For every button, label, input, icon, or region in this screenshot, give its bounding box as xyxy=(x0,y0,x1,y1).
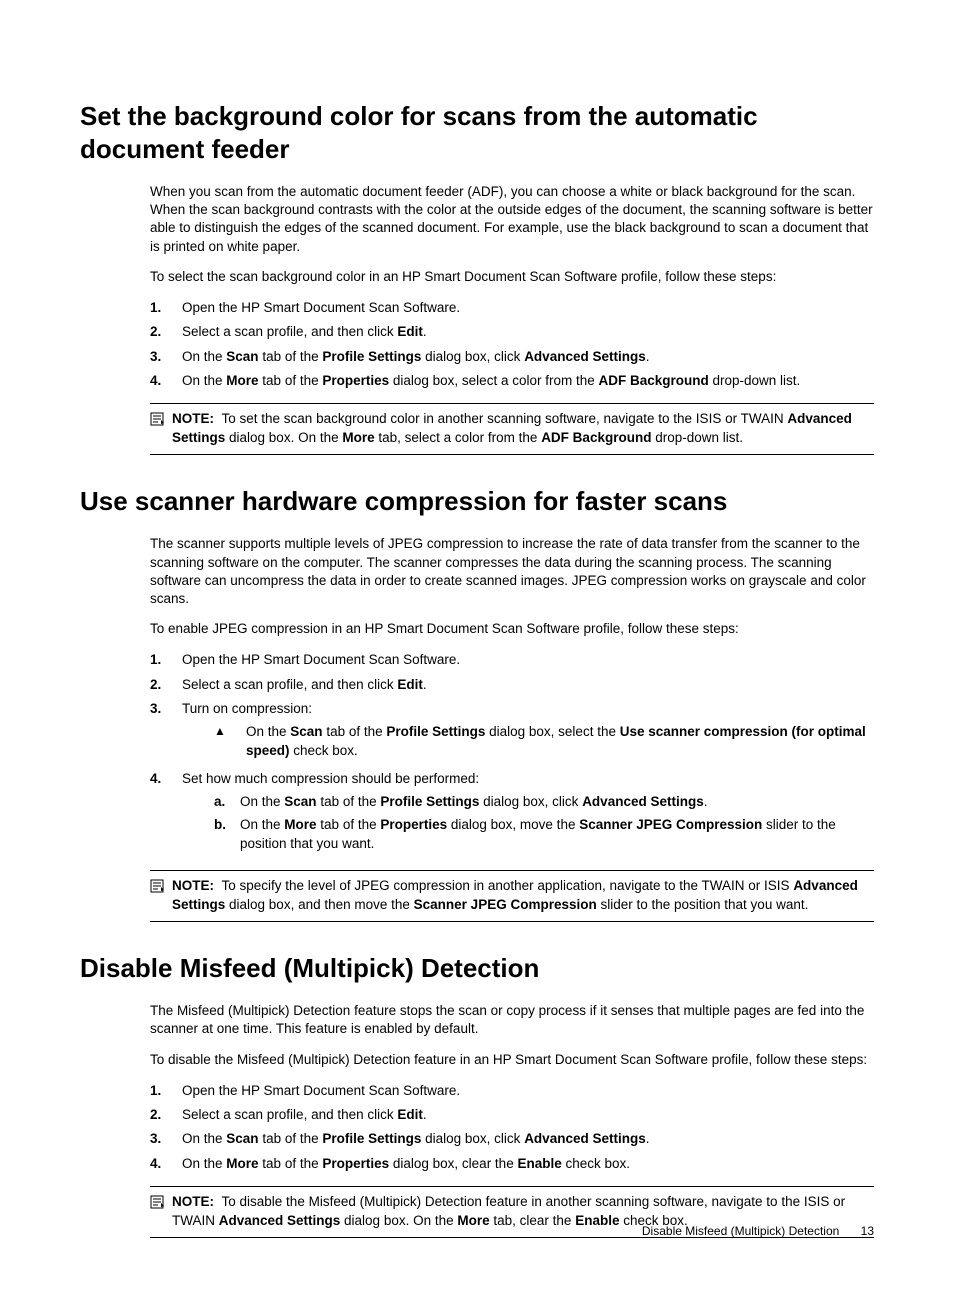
sub-list-item: a. On the Scan tab of the Profile Settin… xyxy=(214,793,874,812)
step-number: 1. xyxy=(150,298,182,318)
step-number: 3. xyxy=(150,347,182,367)
section-1-body: When you scan from the automatic documen… xyxy=(150,183,874,455)
step-list: 1. Open the HP Smart Document Scan Softw… xyxy=(150,1081,874,1174)
list-item: 2. Select a scan profile, and then click… xyxy=(150,322,874,342)
step-letter: b. xyxy=(214,816,240,854)
step-content: Set how much compression should be perfo… xyxy=(182,769,874,858)
note-icon xyxy=(150,877,172,899)
page-number: 13 xyxy=(861,1224,874,1238)
list-item: 3. On the Scan tab of the Profile Settin… xyxy=(150,1129,874,1149)
paragraph: To disable the Misfeed (Multipick) Detec… xyxy=(150,1051,874,1069)
triangle-icon: ▲ xyxy=(214,723,246,761)
step-number: 1. xyxy=(150,650,182,670)
note-icon xyxy=(150,1193,172,1215)
step-number: 2. xyxy=(150,322,182,342)
step-text: Open the HP Smart Document Scan Software… xyxy=(182,298,460,318)
step-text: On the More tab of the Properties dialog… xyxy=(182,371,800,391)
step-list: 1. Open the HP Smart Document Scan Softw… xyxy=(150,650,874,857)
sub-list: a. On the Scan tab of the Profile Settin… xyxy=(214,793,874,854)
note-text: NOTE: To specify the level of JPEG compr… xyxy=(172,877,874,915)
sub-list-item: ▲ On the Scan tab of the Profile Setting… xyxy=(214,723,874,761)
paragraph: To select the scan background color in a… xyxy=(150,268,874,286)
page-footer: Disable Misfeed (Multipick) Detection 13 xyxy=(642,1224,874,1238)
step-list: 1. Open the HP Smart Document Scan Softw… xyxy=(150,298,874,391)
note-box: NOTE: To specify the level of JPEG compr… xyxy=(150,870,874,922)
step-letter: a. xyxy=(214,793,240,812)
footer-title: Disable Misfeed (Multipick) Detection xyxy=(642,1224,839,1238)
step-text: On the More tab of the Properties dialog… xyxy=(240,816,874,854)
step-content: Turn on compression: ▲ On the Scan tab o… xyxy=(182,699,874,765)
list-item: 4. On the More tab of the Properties dia… xyxy=(150,371,874,391)
sub-list: ▲ On the Scan tab of the Profile Setting… xyxy=(214,723,874,761)
note-box: NOTE: To set the scan background color i… xyxy=(150,403,874,455)
list-item: 4. Set how much compression should be pe… xyxy=(150,769,874,858)
paragraph: The Misfeed (Multipick) Detection featur… xyxy=(150,1002,874,1038)
step-text: Select a scan profile, and then click Ed… xyxy=(182,1105,427,1125)
step-text: Set how much compression should be perfo… xyxy=(182,771,479,786)
step-number: 3. xyxy=(150,699,182,765)
sub-list-item: b. On the More tab of the Properties dia… xyxy=(214,816,874,854)
step-number: 2. xyxy=(150,1105,182,1125)
list-item: 1. Open the HP Smart Document Scan Softw… xyxy=(150,650,874,670)
note-text: NOTE: To set the scan background color i… xyxy=(172,410,874,448)
step-number: 2. xyxy=(150,675,182,695)
list-item: 3. On the Scan tab of the Profile Settin… xyxy=(150,347,874,367)
list-item: 3. Turn on compression: ▲ On the Scan ta… xyxy=(150,699,874,765)
step-text: On the Scan tab of the Profile Settings … xyxy=(182,1129,649,1149)
section-2-body: The scanner supports multiple levels of … xyxy=(150,535,874,921)
list-item: 4. On the More tab of the Properties dia… xyxy=(150,1154,874,1174)
list-item: 1. Open the HP Smart Document Scan Softw… xyxy=(150,298,874,318)
step-text: Turn on compression: xyxy=(182,701,312,716)
step-text: On the Scan tab of the Profile Settings … xyxy=(246,723,874,761)
step-number: 4. xyxy=(150,769,182,858)
list-item: 2. Select a scan profile, and then click… xyxy=(150,675,874,695)
step-text: Open the HP Smart Document Scan Software… xyxy=(182,1081,460,1101)
section-3-body: The Misfeed (Multipick) Detection featur… xyxy=(150,1002,874,1237)
step-text: Open the HP Smart Document Scan Software… xyxy=(182,650,460,670)
step-number: 1. xyxy=(150,1081,182,1101)
paragraph: When you scan from the automatic documen… xyxy=(150,183,874,256)
step-number: 4. xyxy=(150,1154,182,1174)
paragraph: To enable JPEG compression in an HP Smar… xyxy=(150,620,874,638)
list-item: 2. Select a scan profile, and then click… xyxy=(150,1105,874,1125)
step-number: 4. xyxy=(150,371,182,391)
step-text: On the Scan tab of the Profile Settings … xyxy=(182,347,649,367)
step-text: Select a scan profile, and then click Ed… xyxy=(182,322,427,342)
list-item: 1. Open the HP Smart Document Scan Softw… xyxy=(150,1081,874,1101)
step-number: 3. xyxy=(150,1129,182,1149)
step-text: On the Scan tab of the Profile Settings … xyxy=(240,793,707,812)
note-icon xyxy=(150,410,172,432)
step-text: On the More tab of the Properties dialog… xyxy=(182,1154,630,1174)
heading-section-1: Set the background color for scans from … xyxy=(80,100,874,165)
step-text: Select a scan profile, and then click Ed… xyxy=(182,675,427,695)
heading-section-3: Disable Misfeed (Multipick) Detection xyxy=(80,952,874,985)
heading-section-2: Use scanner hardware compression for fas… xyxy=(80,485,874,518)
paragraph: The scanner supports multiple levels of … xyxy=(150,535,874,608)
document-page: Set the background color for scans from … xyxy=(0,0,954,1298)
